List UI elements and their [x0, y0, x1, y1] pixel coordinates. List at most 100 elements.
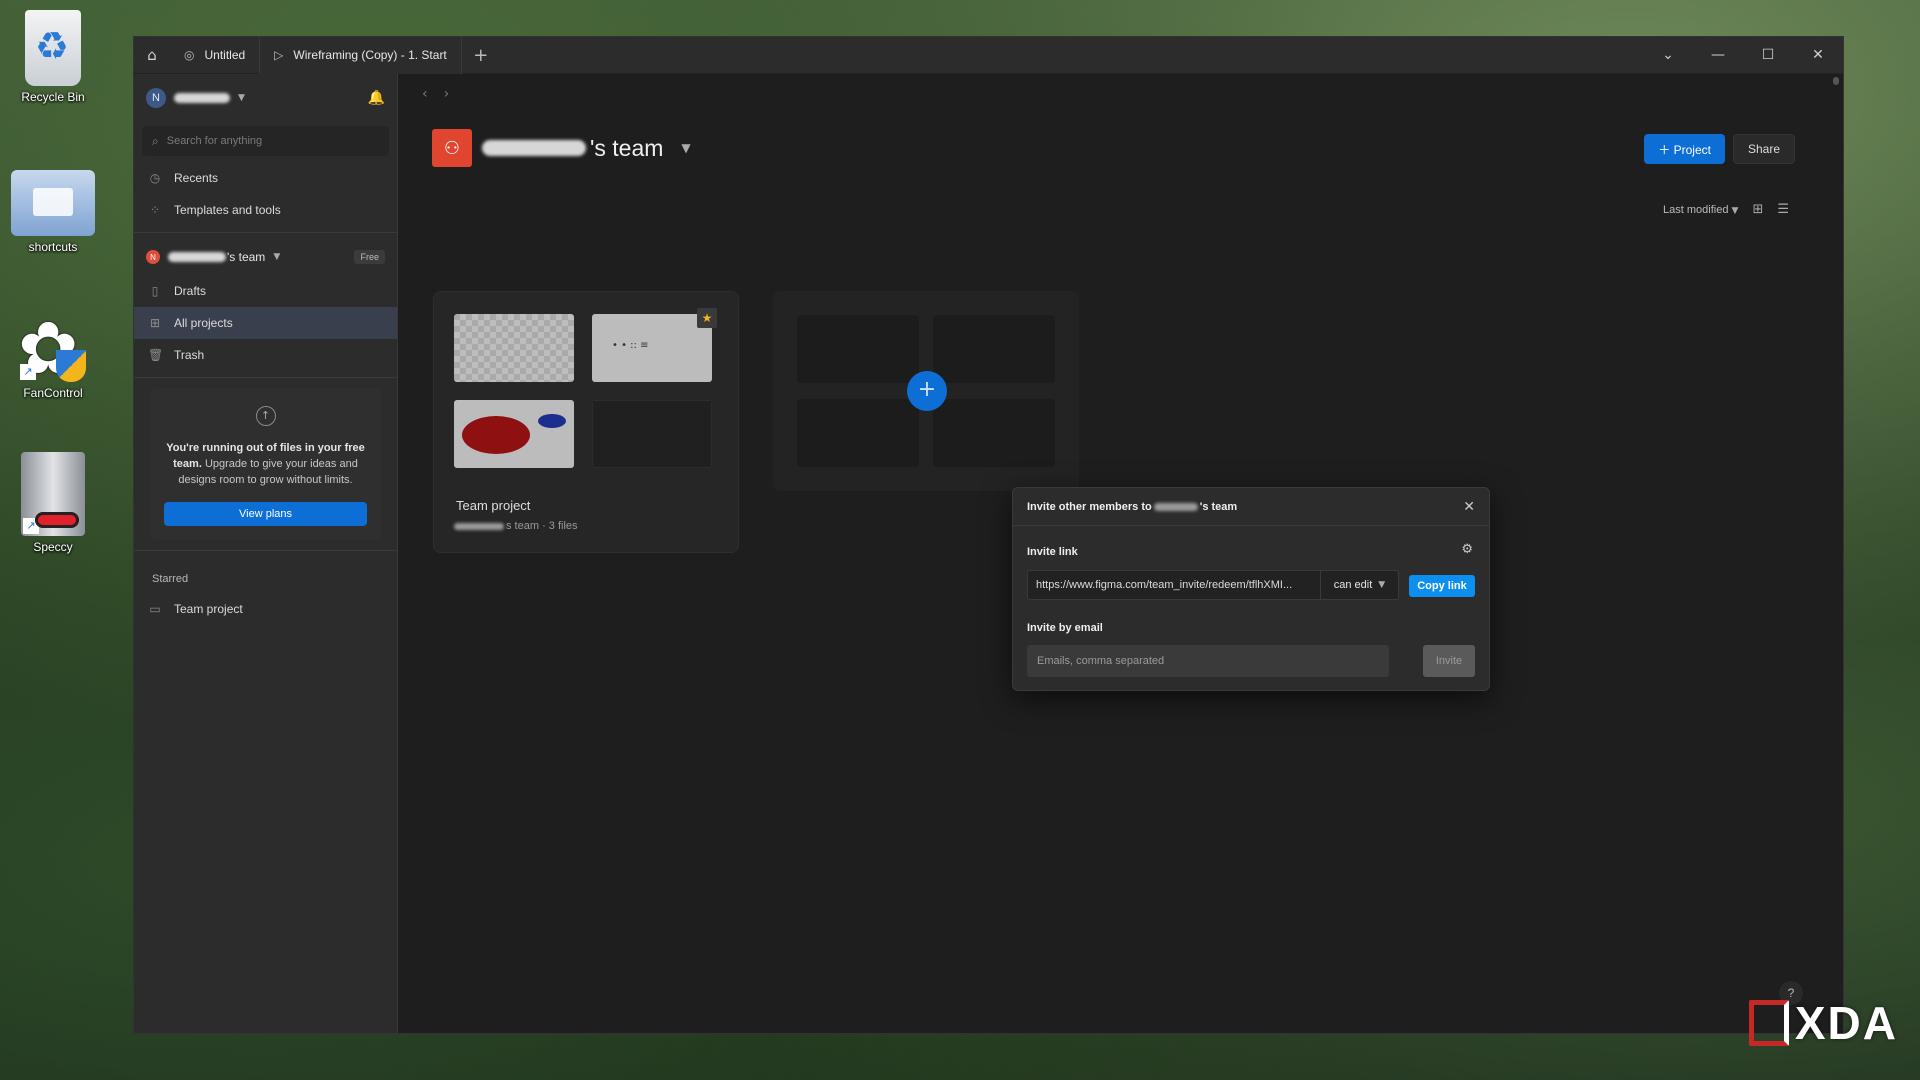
sidebar-item-recents[interactable]: ◷ Recents: [134, 162, 397, 194]
tab-wireframing[interactable]: ▷ Wireframing (Copy) - 1. Start: [260, 37, 462, 74]
sidebar-item-all-projects[interactable]: ⊞ All projects: [134, 307, 397, 339]
chevron-down-icon: ▼: [238, 93, 245, 103]
home-icon[interactable]: ⌂: [134, 37, 170, 74]
sidebar-item-label: Templates and tools: [174, 203, 281, 217]
forward-arrow-icon[interactable]: ›: [444, 86, 450, 102]
new-project-card[interactable]: +: [773, 291, 1079, 491]
modal-title-suffix: 's team: [1199, 500, 1238, 513]
add-project-button[interactable]: +: [907, 371, 947, 411]
divider: [134, 232, 397, 233]
grid-view-icon[interactable]: ⊞: [1752, 202, 1763, 217]
starred-item-label: Team project: [174, 602, 243, 616]
speccy-icon: ↗: [21, 452, 85, 536]
empty-thumbnail: [592, 400, 712, 468]
desktop-icon-label: shortcuts: [28, 240, 78, 254]
invite-link-input[interactable]: [1028, 571, 1320, 599]
redacted-team-name: [454, 522, 504, 530]
close-icon[interactable]: ✕: [1463, 499, 1475, 515]
templates-icon: ⁘: [149, 203, 161, 217]
xda-logo-icon: [1748, 1000, 1789, 1046]
invite-button[interactable]: Invite: [1423, 645, 1475, 677]
sidebar-item-drafts[interactable]: ▯ Drafts: [134, 275, 397, 307]
chevron-down-icon: ▼: [1378, 580, 1386, 590]
tab-untitled[interactable]: ◎ Untitled: [170, 37, 261, 74]
sort-dropdown[interactable]: Last modified ▼: [1663, 204, 1738, 216]
sidebar-item-label: Drafts: [174, 284, 207, 298]
grid-icon: ⊞: [149, 316, 161, 330]
invite-link-label: Invite link: [1027, 546, 1078, 558]
project-subtitle: s team · 3 files: [454, 520, 578, 532]
team-people-icon: ⚇: [432, 129, 472, 167]
trash-icon: 🗑: [148, 348, 164, 362]
settings-sliders-icon[interactable]: ⚙: [1461, 542, 1473, 557]
upgrade-text: You're running out of files in your free…: [164, 440, 367, 488]
new-project-button[interactable]: ＋ Project: [1644, 134, 1725, 164]
chevron-down-icon: ▼: [1731, 205, 1739, 216]
avatar: N: [146, 88, 166, 108]
chevron-down-icon: ▼: [681, 141, 691, 155]
plan-badge: Free: [354, 250, 385, 264]
close-window-button[interactable]: ✕: [1793, 37, 1843, 74]
page-title[interactable]: 's team ▼: [482, 135, 691, 162]
app-window: ⌂ ◎ Untitled ▷ Wireframing (Copy) - 1. S…: [133, 36, 1844, 1034]
team-switcher[interactable]: N 's team ▼ Free: [134, 239, 397, 275]
desktop-icon-speccy[interactable]: ↗ Speccy: [8, 452, 98, 554]
list-view-icon[interactable]: ☰: [1777, 202, 1789, 217]
permission-dropdown[interactable]: can edit ▼: [1320, 571, 1398, 599]
team-name: 's team: [168, 250, 265, 264]
header-actions: ＋ Project Share: [1644, 134, 1795, 164]
play-icon: ▷: [274, 48, 284, 62]
redacted-username: [174, 93, 230, 103]
team-avatar: N: [146, 250, 160, 264]
file-thumbnail: [454, 400, 574, 468]
file-icon: ▯: [151, 284, 159, 298]
sort-label: Last modified: [1663, 203, 1729, 216]
clock-icon: ◷: [149, 171, 161, 185]
desktop-icon-shortcuts[interactable]: shortcuts: [8, 170, 98, 254]
account-switcher[interactable]: N ▼ 🔔: [134, 74, 397, 122]
divider: [134, 550, 397, 551]
tab-label: Untitled: [204, 48, 246, 62]
upload-icon: ↑: [255, 406, 276, 426]
sidebar-item-label: All projects: [174, 316, 233, 330]
view-plans-button[interactable]: View plans: [164, 502, 367, 526]
project-card[interactable]: ★ Team project s team · 3 files: [433, 291, 739, 553]
star-icon[interactable]: ★: [697, 308, 717, 328]
email-input[interactable]: [1027, 645, 1389, 677]
sidebar-item-templates[interactable]: ⁘ Templates and tools: [134, 194, 397, 226]
starred-item-team-project[interactable]: ▭ Team project: [134, 593, 397, 625]
new-project-label: Project: [1673, 142, 1711, 157]
window-controls: ⌄ — ☐ ✕: [1643, 37, 1843, 74]
page-title-suffix: 's team: [590, 134, 664, 161]
new-tab-button[interactable]: +: [462, 45, 500, 66]
placeholder-cell: [797, 399, 919, 467]
title-bar: ⌂ ◎ Untitled ▷ Wireframing (Copy) - 1. S…: [134, 37, 1843, 74]
sort-controls: Last modified ▼ ⊞ ☰: [1663, 202, 1789, 217]
chevron-down-icon[interactable]: ⌄: [1643, 37, 1693, 74]
modal-header: Invite other members to 's team ✕: [1013, 488, 1489, 526]
desktop-icon-recycle-bin[interactable]: Recycle Bin: [8, 10, 98, 104]
search-input[interactable]: [166, 135, 367, 147]
back-arrow-icon[interactable]: ‹: [422, 86, 428, 102]
search-box[interactable]: ⌕: [142, 126, 389, 156]
desktop-icon-label: Speccy: [33, 540, 73, 554]
share-button[interactable]: Share: [1732, 134, 1795, 164]
upgrade-body-text: Upgrade to give your ideas and designs r…: [178, 458, 358, 486]
scrollbar[interactable]: [1833, 77, 1839, 85]
sidebar-item-trash[interactable]: 🗑 Trash: [134, 339, 397, 371]
bell-icon[interactable]: 🔔: [368, 90, 385, 106]
project-subtitle-text: s team · 3 files: [506, 520, 578, 532]
minimize-button[interactable]: —: [1693, 37, 1743, 74]
project-title: Team project: [456, 498, 531, 513]
shortcut-arrow-icon: ↗: [23, 518, 39, 534]
placeholder-cell: [797, 315, 919, 383]
sidebar: N ▼ 🔔 ⌕ ◷ Recents ⁘ Templates and tools …: [134, 74, 398, 1033]
history-nav: ‹ ›: [422, 86, 449, 102]
placeholder-cell: [933, 315, 1055, 383]
maximize-button[interactable]: ☐: [1743, 37, 1793, 74]
folder-icon: [11, 170, 95, 236]
upgrade-panel: ↑ You're running out of files in your fr…: [150, 388, 381, 540]
desktop-icon-fancontrol[interactable]: ↗ FanControl: [8, 306, 98, 400]
copy-link-button[interactable]: Copy link: [1409, 575, 1475, 597]
redacted-team-name: [482, 140, 586, 156]
